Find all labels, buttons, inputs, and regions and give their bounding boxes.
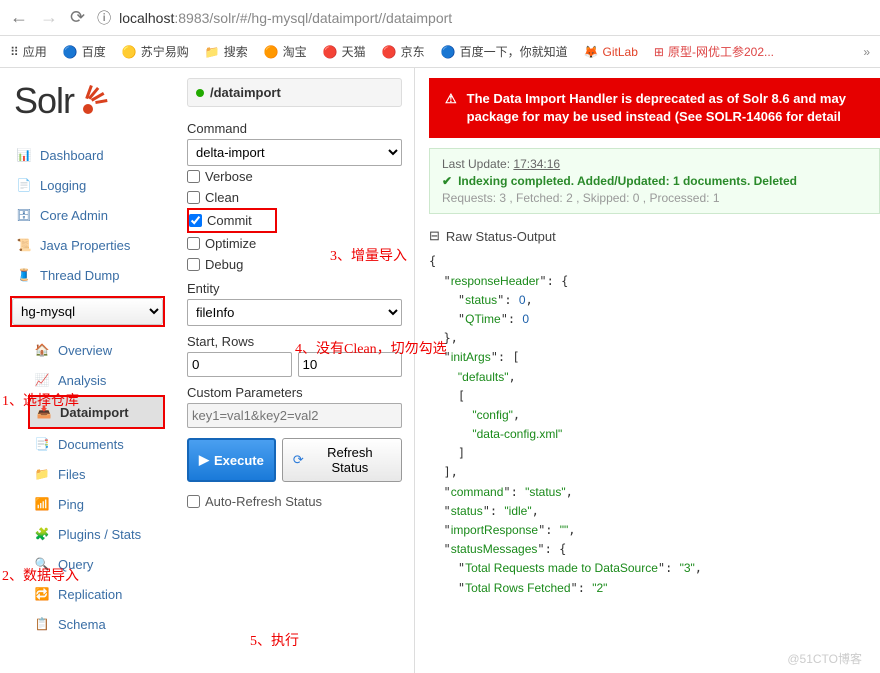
annotation-1: 1、选择仓库 <box>2 390 79 410</box>
nav-coreadmin[interactable]: 🗄Core Admin <box>10 200 165 230</box>
annotation-5: 5、执行 <box>250 630 299 650</box>
debug-label: Debug <box>205 257 243 272</box>
start-input[interactable] <box>187 352 292 377</box>
subnav-plugins[interactable]: 🧩Plugins / Stats <box>28 519 165 549</box>
annotation-3: 3、增量导入 <box>330 245 407 265</box>
autorefresh-checkbox[interactable] <box>187 495 200 508</box>
play-icon: ▶ <box>199 452 209 468</box>
schema-icon: 📋 <box>34 616 50 632</box>
check-icon: ✔ <box>442 174 452 188</box>
bookmark-item[interactable]: 📁 搜索 <box>205 43 248 60</box>
ping-icon: 📶 <box>34 496 50 512</box>
bookmark-item[interactable]: 🟠 淘宝 <box>264 43 307 60</box>
clean-checkbox[interactable] <box>187 191 200 204</box>
refresh-button[interactable]: ⟳Refresh Status <box>282 438 402 482</box>
coreadmin-icon: 🗄 <box>16 207 32 223</box>
subnav-schema[interactable]: 📋Schema <box>28 609 165 639</box>
logging-icon: 📄 <box>16 177 32 193</box>
replication-icon: 🔁 <box>34 586 50 602</box>
nav-logging[interactable]: 📄Logging <box>10 170 165 200</box>
watermark: @51CTO博客 <box>787 650 862 667</box>
verbose-checkbox[interactable] <box>187 170 200 183</box>
core-select-dropdown[interactable]: hg-mysql <box>12 298 163 325</box>
commit-label: Commit <box>207 213 252 228</box>
bookmark-item[interactable]: 🔵 百度一下，你就知道 <box>441 43 568 60</box>
plugins-icon: 🧩 <box>34 526 50 542</box>
bookmarks-bar: ⠿ 应用 🔵 百度 🟡 苏宁易购 📁 搜索 🟠 淘宝 🔴 天猫 🔴 京东 🔵 百… <box>0 36 880 68</box>
java-icon: 📜 <box>16 237 32 253</box>
verbose-label: Verbose <box>205 169 253 184</box>
execute-button[interactable]: ▶Execute <box>187 438 276 482</box>
subnav-documents[interactable]: 📑Documents <box>28 429 165 459</box>
subnav-ping[interactable]: 📶Ping <box>28 489 165 519</box>
raw-output: { "responseHeader": { "status": 0, "QTim… <box>429 244 880 605</box>
autorefresh-label: Auto-Refresh Status <box>205 494 322 509</box>
bookmark-item[interactable]: 🔴 京东 <box>382 43 425 60</box>
dataimport-form: /dataimport Command delta-import Verbose… <box>175 68 415 673</box>
home-icon: 🏠 <box>34 342 50 358</box>
deprecation-banner: ⚠ The Data Import Handler is deprecated … <box>429 78 880 138</box>
custom-label: Custom Parameters <box>187 385 402 400</box>
subnav-overview[interactable]: 🏠Overview <box>28 335 165 365</box>
commit-checkbox[interactable] <box>189 214 202 227</box>
nav-dashboard[interactable]: 📊Dashboard <box>10 140 165 170</box>
core-selector[interactable]: hg-mysql <box>10 296 165 327</box>
sun-icon <box>80 83 114 120</box>
warning-icon: ⚠ <box>445 90 457 126</box>
status-dot-icon <box>196 89 204 97</box>
entity-select[interactable]: fileInfo <box>187 299 402 326</box>
debug-checkbox[interactable] <box>187 258 200 271</box>
collapse-icon: ⊟ <box>429 228 440 244</box>
command-label: Command <box>187 121 402 136</box>
apps-button[interactable]: ⠿ 应用 <box>10 43 47 60</box>
custom-params-input[interactable] <box>187 403 402 428</box>
nav-threaddump[interactable]: 🧵Thread Dump <box>10 260 165 290</box>
reload-icon[interactable]: ⟳ <box>70 7 85 28</box>
url-bar[interactable]: ⓘ localhost:8983/solr/#/hg-mysql/dataimp… <box>97 8 870 28</box>
bookmark-item[interactable]: ⊞ 原型-网优工参202... <box>654 43 774 60</box>
breadcrumb: /dataimport <box>187 78 402 107</box>
info-icon: ⓘ <box>97 8 111 28</box>
clean-label: Clean <box>205 190 239 205</box>
nav-javaprops[interactable]: 📜Java Properties <box>10 230 165 260</box>
bookmark-item[interactable]: 🔴 天猫 <box>323 43 366 60</box>
status-box: Last Update: 17:34:16 ✔Indexing complete… <box>429 148 880 214</box>
command-select[interactable]: delta-import <box>187 139 402 166</box>
entity-label: Entity <box>187 281 402 296</box>
bookmarks-overflow-icon[interactable]: » <box>863 45 870 59</box>
bookmark-item[interactable]: 🦊 GitLab <box>584 45 638 59</box>
bookmark-item[interactable]: 🟡 苏宁易购 <box>122 43 189 60</box>
files-icon: 📁 <box>34 466 50 482</box>
optimize-label: Optimize <box>205 236 256 251</box>
back-icon[interactable]: ← <box>10 7 28 28</box>
result-panel: ⚠ The Data Import Handler is deprecated … <box>415 68 880 673</box>
annotation-2: 2、数据导入 <box>2 565 79 585</box>
dashboard-icon: 📊 <box>16 147 32 163</box>
bookmark-item[interactable]: 🔵 百度 <box>63 43 106 60</box>
optimize-checkbox[interactable] <box>187 237 200 250</box>
forward-icon[interactable]: → <box>40 7 58 28</box>
refresh-icon: ⟳ <box>293 452 304 468</box>
solr-logo: Solr <box>10 80 165 122</box>
annotation-4: 4、没有Clean，切勿勾选 <box>295 338 447 358</box>
documents-icon: 📑 <box>34 436 50 452</box>
subnav-files[interactable]: 📁Files <box>28 459 165 489</box>
browser-nav-bar: ← → ⟳ ⓘ localhost:8983/solr/#/hg-mysql/d… <box>0 0 880 36</box>
raw-output-header[interactable]: ⊟Raw Status-Output <box>429 228 880 244</box>
thread-icon: 🧵 <box>16 267 32 283</box>
analysis-icon: 📈 <box>34 372 50 388</box>
